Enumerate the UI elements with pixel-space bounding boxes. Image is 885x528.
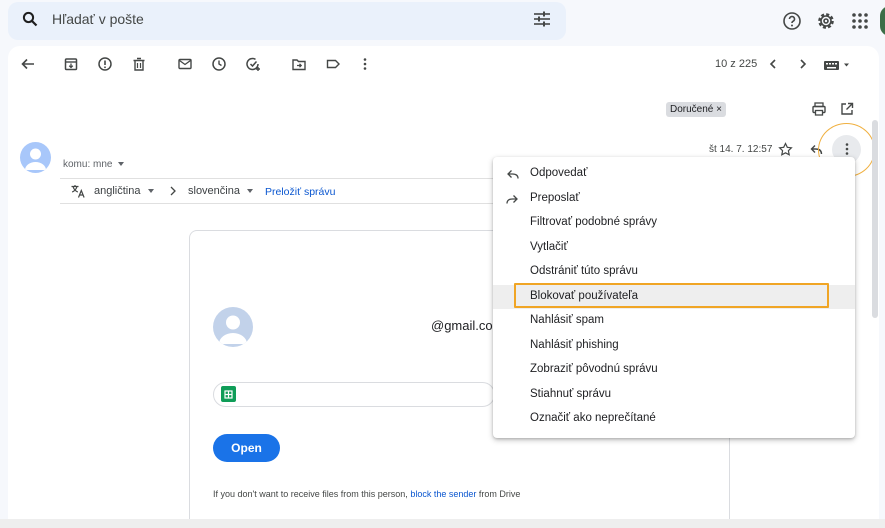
- translate-message-link[interactable]: Preložiť správu: [265, 186, 335, 198]
- block-user-highlight-box: [514, 283, 829, 308]
- menu-item-label: Preposlať: [530, 191, 580, 204]
- menu-item-print[interactable]: Vytlačiť: [493, 236, 855, 260]
- menu-item-delete-message[interactable]: Odstrániť túto správu: [493, 260, 855, 284]
- older-chevron-right-icon[interactable]: [795, 56, 811, 72]
- translate-icon: [70, 183, 86, 199]
- google-sheets-icon: [221, 386, 236, 402]
- footer-suffix: from Drive: [478, 489, 521, 499]
- search-input[interactable]: Hľadať v pošte: [52, 11, 144, 27]
- recipients-label: komu: mne: [63, 159, 113, 170]
- delete-trash-icon[interactable]: [131, 56, 147, 72]
- block-sender-note: If you don't want to receive files from …: [213, 489, 520, 499]
- bottom-bar: [0, 519, 885, 528]
- source-language-label: angličtina: [94, 185, 141, 197]
- help-icon[interactable]: [782, 11, 802, 31]
- sender-avatar[interactable]: [20, 142, 51, 173]
- mark-unread-mail-icon[interactable]: [177, 56, 193, 72]
- move-to-folder-icon[interactable]: [291, 56, 307, 72]
- search-options-icon[interactable]: [533, 11, 551, 27]
- menu-item-label: Nahlásiť phishing: [530, 338, 619, 351]
- menu-item-label: Odstrániť túto správu: [530, 265, 638, 277]
- menu-item-label: Zobraziť pôvodnú správu: [530, 363, 658, 375]
- keyboard-input-icon[interactable]: [823, 58, 853, 72]
- settings-gear-icon[interactable]: [816, 11, 836, 31]
- back-arrow-icon[interactable]: [20, 56, 36, 72]
- archive-icon[interactable]: [63, 56, 79, 72]
- menu-item-label: Nahlásiť spam: [530, 314, 604, 326]
- label-tag-icon[interactable]: [325, 56, 341, 72]
- target-language-dropdown[interactable]: slovenčina: [188, 185, 254, 197]
- more-vert-toolbar-icon[interactable]: [357, 56, 373, 72]
- inbox-label-chip[interactable]: Doručené ×: [666, 102, 726, 117]
- sharer-avatar: [213, 307, 253, 347]
- menu-item-download-message[interactable]: Stiahnuť správu: [493, 383, 855, 407]
- caret-down-icon: [247, 189, 254, 194]
- menu-item-report-spam[interactable]: Nahlásiť spam: [493, 309, 855, 333]
- caret-down-icon: [118, 162, 125, 167]
- message-counter: 10 z 225: [715, 58, 758, 70]
- block-sender-link[interactable]: block the sender: [410, 489, 476, 499]
- menu-item-filter-similar[interactable]: Filtrovať podobné správy: [493, 211, 855, 235]
- open-in-new-window-icon[interactable]: [839, 101, 855, 117]
- caret-down-icon: [147, 189, 154, 194]
- message-date: št 14. 7. 12:57: [709, 144, 773, 155]
- print-icon[interactable]: [811, 101, 827, 117]
- recipients-dropdown[interactable]: komu: mne: [63, 159, 125, 170]
- menu-item-show-original[interactable]: Zobraziť pôvodnú správu: [493, 358, 855, 382]
- open-button[interactable]: Open: [213, 434, 280, 462]
- search-icon[interactable]: [22, 11, 38, 27]
- menu-item-label: Označiť ako neprečítané: [530, 412, 656, 424]
- menu-item-report-phishing[interactable]: Nahlásiť phishing: [493, 334, 855, 358]
- star-icon[interactable]: [778, 142, 793, 157]
- source-language-dropdown[interactable]: angličtina: [94, 185, 154, 197]
- add-to-tasks-icon[interactable]: [245, 56, 261, 72]
- menu-item-label: Vytlačiť: [530, 240, 568, 253]
- menu-item-forward[interactable]: Preposlať: [493, 187, 855, 211]
- menu-item-label: Filtrovať podobné správy: [530, 216, 658, 228]
- menu-item-reply[interactable]: Odpovedať: [493, 162, 855, 186]
- menu-item-mark-unread[interactable]: Označiť ako neprečítané: [493, 407, 855, 431]
- reply-icon: [506, 168, 519, 180]
- apps-grid-icon[interactable]: [850, 11, 870, 31]
- snooze-clock-icon[interactable]: [211, 56, 227, 72]
- menu-item-label: Odpovedať: [530, 167, 588, 179]
- menu-item-label: Stiahnuť správu: [530, 387, 612, 400]
- shared-file-chip[interactable]: [213, 382, 495, 407]
- newer-chevron-left-icon[interactable]: [765, 56, 781, 72]
- target-language-label: slovenčina: [188, 185, 240, 197]
- footer-prefix: If you don't want to receive files from …: [213, 489, 408, 499]
- chevron-right-icon: [168, 185, 178, 197]
- report-spam-icon[interactable]: [97, 56, 113, 72]
- account-avatar[interactable]: [880, 6, 885, 36]
- scrollbar-thumb[interactable]: [872, 120, 878, 318]
- forward-icon: [506, 193, 519, 205]
